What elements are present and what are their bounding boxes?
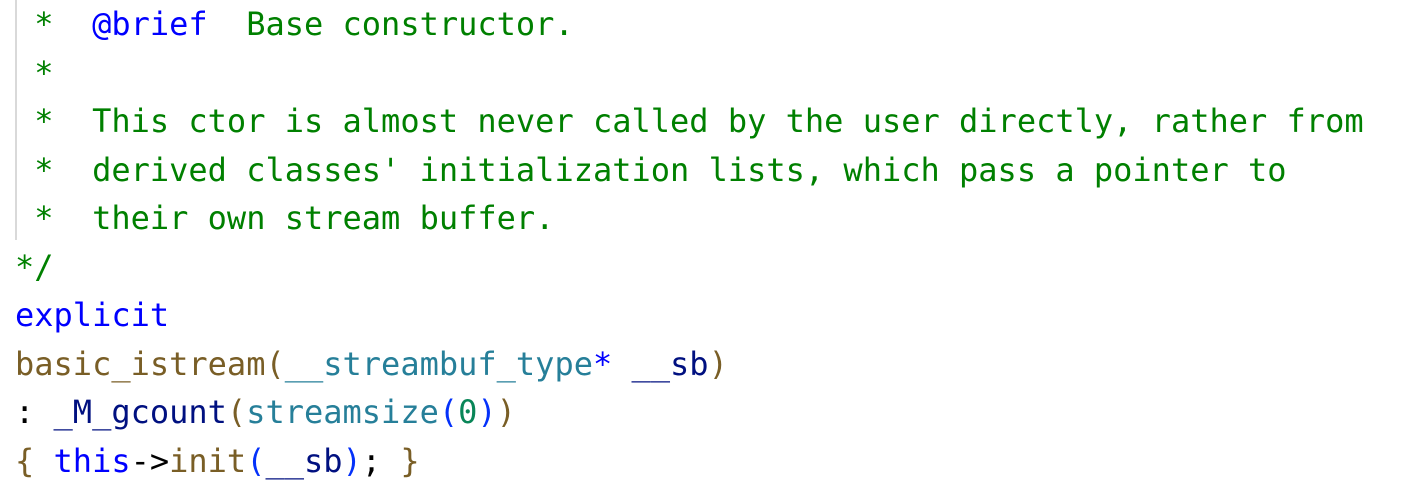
param-type: __streambuf_type: [284, 344, 593, 383]
code-line-3: * This ctor is almost never called by th…: [15, 97, 1364, 146]
comment-space: [54, 102, 93, 140]
param-name: __sb: [631, 344, 709, 383]
code-line-8: basic_istream(__streambuf_type* __sb): [15, 340, 728, 389]
comment-text: their own stream buffer.: [92, 199, 555, 237]
semicolon: ;: [361, 441, 382, 480]
comment-gap: [208, 5, 247, 43]
paren-close: ): [496, 393, 516, 431]
comment-text: derived classes' initialization lists, w…: [92, 150, 1287, 189]
function-call: init: [169, 441, 247, 480]
comment-space: [54, 199, 93, 237]
code-editor[interactable]: * @brief Base constructor. * * This ctor…: [0, 0, 1409, 487]
keyword-explicit: explicit: [15, 296, 170, 334]
arrow-op: ->: [130, 441, 170, 480]
keyword-this: this: [53, 441, 131, 480]
comment-space: [54, 5, 93, 43]
code-line-5: * their own stream buffer.: [15, 194, 554, 243]
comment-star: *: [15, 150, 54, 189]
paren-open: (: [226, 393, 247, 431]
code-line-10: { this->init(__sb); }: [15, 437, 420, 486]
brace-open: {: [15, 441, 35, 480]
paren-close-inner: ): [477, 393, 497, 431]
code-line-2: *: [15, 49, 54, 98]
comment-text: Base constructor.: [246, 5, 574, 43]
comment-space: [54, 151, 93, 189]
doc-tag: @brief: [92, 5, 208, 43]
comment-close: */: [15, 247, 54, 286]
paren-open-inner: (: [438, 393, 459, 431]
comment-star: *: [15, 199, 54, 237]
function-name: basic_istream: [15, 344, 266, 383]
code-line-7: explicit: [15, 291, 169, 340]
code-line-4: * derived classes' initialization lists,…: [15, 146, 1287, 195]
number-literal: 0: [458, 393, 478, 431]
comment-star: *: [15, 5, 54, 43]
type-cast: streamsize: [246, 393, 439, 431]
comment-star: *: [15, 53, 54, 92]
pointer-op: *: [592, 344, 613, 383]
comment-text: This ctor is almost never called by the …: [92, 102, 1364, 140]
code-line-6: */: [15, 243, 54, 292]
member-name: _M_gcount: [53, 393, 227, 431]
brace-close: }: [400, 441, 420, 480]
arg-name: __sb: [265, 441, 343, 480]
init-colon: :: [15, 393, 35, 431]
paren-close: ): [342, 441, 362, 480]
code-line-1: * @brief Base constructor.: [15, 0, 574, 49]
code-line-9: : _M_gcount(streamsize(0)): [15, 388, 516, 437]
paren-close: ): [708, 344, 728, 383]
paren-open: (: [265, 344, 285, 383]
paren-open: (: [246, 441, 266, 480]
comment-star: *: [15, 102, 54, 140]
